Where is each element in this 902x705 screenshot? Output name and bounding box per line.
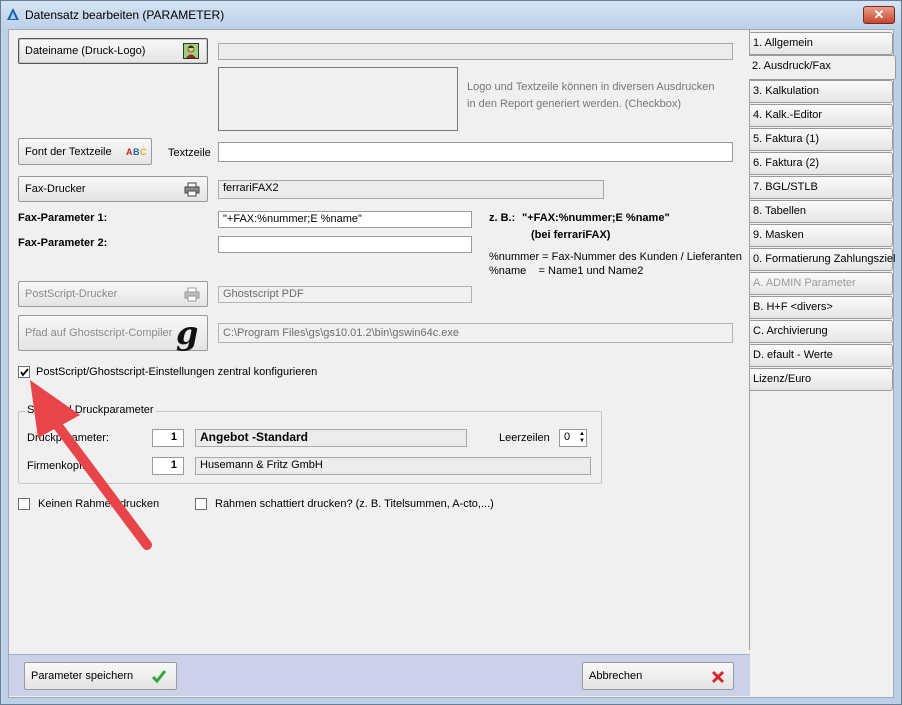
rahmen-schattiert-checkbox[interactable] (195, 498, 207, 510)
textzeile-input[interactable] (218, 142, 733, 162)
logo-file-button[interactable]: Dateiname (Druck-Logo) (18, 38, 208, 64)
fax-legend-line1: %nummer = Fax-Nummer des Kunden / Liefer… (489, 251, 742, 263)
firmenkopf-name-field: Husemann & Fritz GmbH (195, 457, 591, 475)
keinen-rahmen-label: Keinen Rahmen drucken (38, 498, 160, 510)
leerzeilen-value: 0 (564, 431, 571, 443)
druckparameter-number-input[interactable]: 1 (152, 429, 184, 447)
portrait-icon (183, 43, 199, 59)
printer-icon (184, 182, 200, 197)
fax-printer-button[interactable]: Fax-Drucker (18, 176, 208, 202)
postscript-printer-button-label: PostScript-Drucker (25, 288, 118, 300)
tab-7[interactable]: 7. BGL/STLB (750, 176, 893, 199)
tab-5[interactable]: 5. Faktura (1) (750, 128, 893, 151)
ghostscript-icon: g (176, 314, 199, 352)
spinner-arrows-icon[interactable]: ▲ ▼ (579, 431, 585, 445)
druckparameter-name-field: Angebot -Standard (195, 429, 467, 447)
window-title: Datensatz bearbeiten (PARAMETER) (25, 8, 225, 22)
tab-14[interactable]: D. efault - Werte (750, 344, 893, 367)
cancel-button-label: Abbrechen (589, 670, 643, 682)
tab-2[interactable]: 2. Ausdruck/Fax (749, 55, 896, 80)
tab-1[interactable]: 1. Allgemein (750, 32, 893, 55)
leerzeilen-label: Leerzeilen (499, 432, 550, 444)
fax-example-sub: (bei ferrariFAX) (531, 229, 611, 241)
cancel-button[interactable]: Abbrechen (582, 662, 734, 690)
fax-printer-field[interactable]: ferrariFAX2 (218, 180, 604, 199)
footer-bar: Parameter speichern Abbrechen (9, 654, 750, 696)
fax-printer-button-label: Fax-Drucker (25, 183, 86, 195)
fax-legend-line2: %name = Name1 und Name2 (489, 265, 644, 277)
close-icon: ✕ (873, 7, 885, 22)
postscript-printer-button[interactable]: PostScript-Drucker (18, 281, 208, 307)
ghostscript-path-button-label: Pfad auf Ghostscript-Compiler (25, 327, 173, 339)
dialog-client: Dateiname (Druck-Logo) Logo und Textzeil… (8, 29, 896, 698)
tab-6[interactable]: 6. Faktura (2) (750, 152, 893, 175)
fax-param1-label: Fax-Parameter 1: (18, 212, 108, 224)
logo-file-button-label: Dateiname (Druck-Logo) (25, 45, 146, 57)
app-icon (7, 8, 19, 20)
group-label: Standard Druckparameter (25, 404, 156, 416)
ghostscript-path-button[interactable]: Pfad auf Ghostscript-Compiler g (18, 314, 208, 352)
textzeile-label: Textzeile (168, 147, 211, 159)
logo-filename-field[interactable] (218, 43, 733, 60)
printer-icon (184, 287, 200, 302)
tab-13[interactable]: C. Archivierung (750, 320, 893, 343)
logo-preview (218, 67, 458, 131)
central-config-label: PostScript/Ghostscript-Einstellungen zen… (36, 366, 318, 378)
tab-4[interactable]: 4. Kalk.-Editor (750, 104, 893, 127)
tab-8[interactable]: 8. Tabellen (750, 200, 893, 223)
font-button[interactable]: Font der Textzeile ABC (18, 138, 152, 165)
fax-example-value: "+FAX:%nummer;E %name" (522, 212, 670, 224)
tab-9[interactable]: 9. Masken (750, 224, 893, 247)
tab-11[interactable]: A. ADMIN Parameter (750, 272, 893, 295)
standard-druckparameter-group: Standard Druckparameter Druckparameter: … (18, 404, 602, 484)
checkmark-icon (20, 368, 29, 377)
firmenkopf-number-input[interactable]: 1 (152, 457, 184, 475)
leerzeilen-spinner[interactable]: 0 ▲ ▼ (559, 429, 587, 447)
tab-10[interactable]: 0. Formatierung Zahlungsziel (750, 248, 895, 271)
fax-param2-input[interactable] (218, 236, 472, 253)
font-button-label: Font der Textzeile (25, 145, 112, 158)
central-config-checkbox[interactable] (18, 366, 30, 378)
main-panel: Dateiname (Druck-Logo) Logo und Textzeil… (9, 30, 750, 650)
close-button[interactable]: ✕ (863, 6, 895, 24)
tab-12[interactable]: B. H+F <divers> (750, 296, 893, 319)
tab-3[interactable]: 3. Kalkulation (750, 80, 893, 103)
abc-icon: ABC (126, 147, 147, 157)
logo-hint: Logo und Textzeile können in diversen Au… (467, 79, 714, 113)
logo-hint-line2: in den Report generiert werden. (Checkbo… (467, 98, 682, 110)
rahmen-schattiert-label: Rahmen schattiert drucken? (z. B. Titels… (215, 498, 494, 510)
fax-param2-label: Fax-Parameter 2: (18, 237, 108, 249)
firmenkopf-label: Firmenkopf: (27, 460, 86, 472)
close-icon (711, 670, 725, 684)
postscript-printer-field[interactable]: Ghostscript PDF (218, 286, 472, 303)
ghostscript-path-field[interactable]: C:\Program Files\gs\gs10.01.2\bin\gswin6… (218, 323, 733, 343)
tab-15[interactable]: Lizenz/Euro (750, 368, 893, 391)
keinen-rahmen-checkbox[interactable] (18, 498, 30, 510)
fax-param1-input[interactable]: "+FAX:%nummer;E %name" (218, 211, 472, 228)
save-button[interactable]: Parameter speichern (24, 662, 177, 690)
fax-example-prefix: z. B.: (489, 212, 516, 224)
druckparameter-label: Druckparameter: (27, 432, 109, 444)
logo-hint-line1: Logo und Textzeile können in diversen Au… (467, 81, 715, 93)
save-button-label: Parameter speichern (31, 670, 134, 682)
checkmark-icon (151, 670, 167, 684)
title-bar[interactable]: Datensatz bearbeiten (PARAMETER) ✕ (1, 1, 901, 29)
